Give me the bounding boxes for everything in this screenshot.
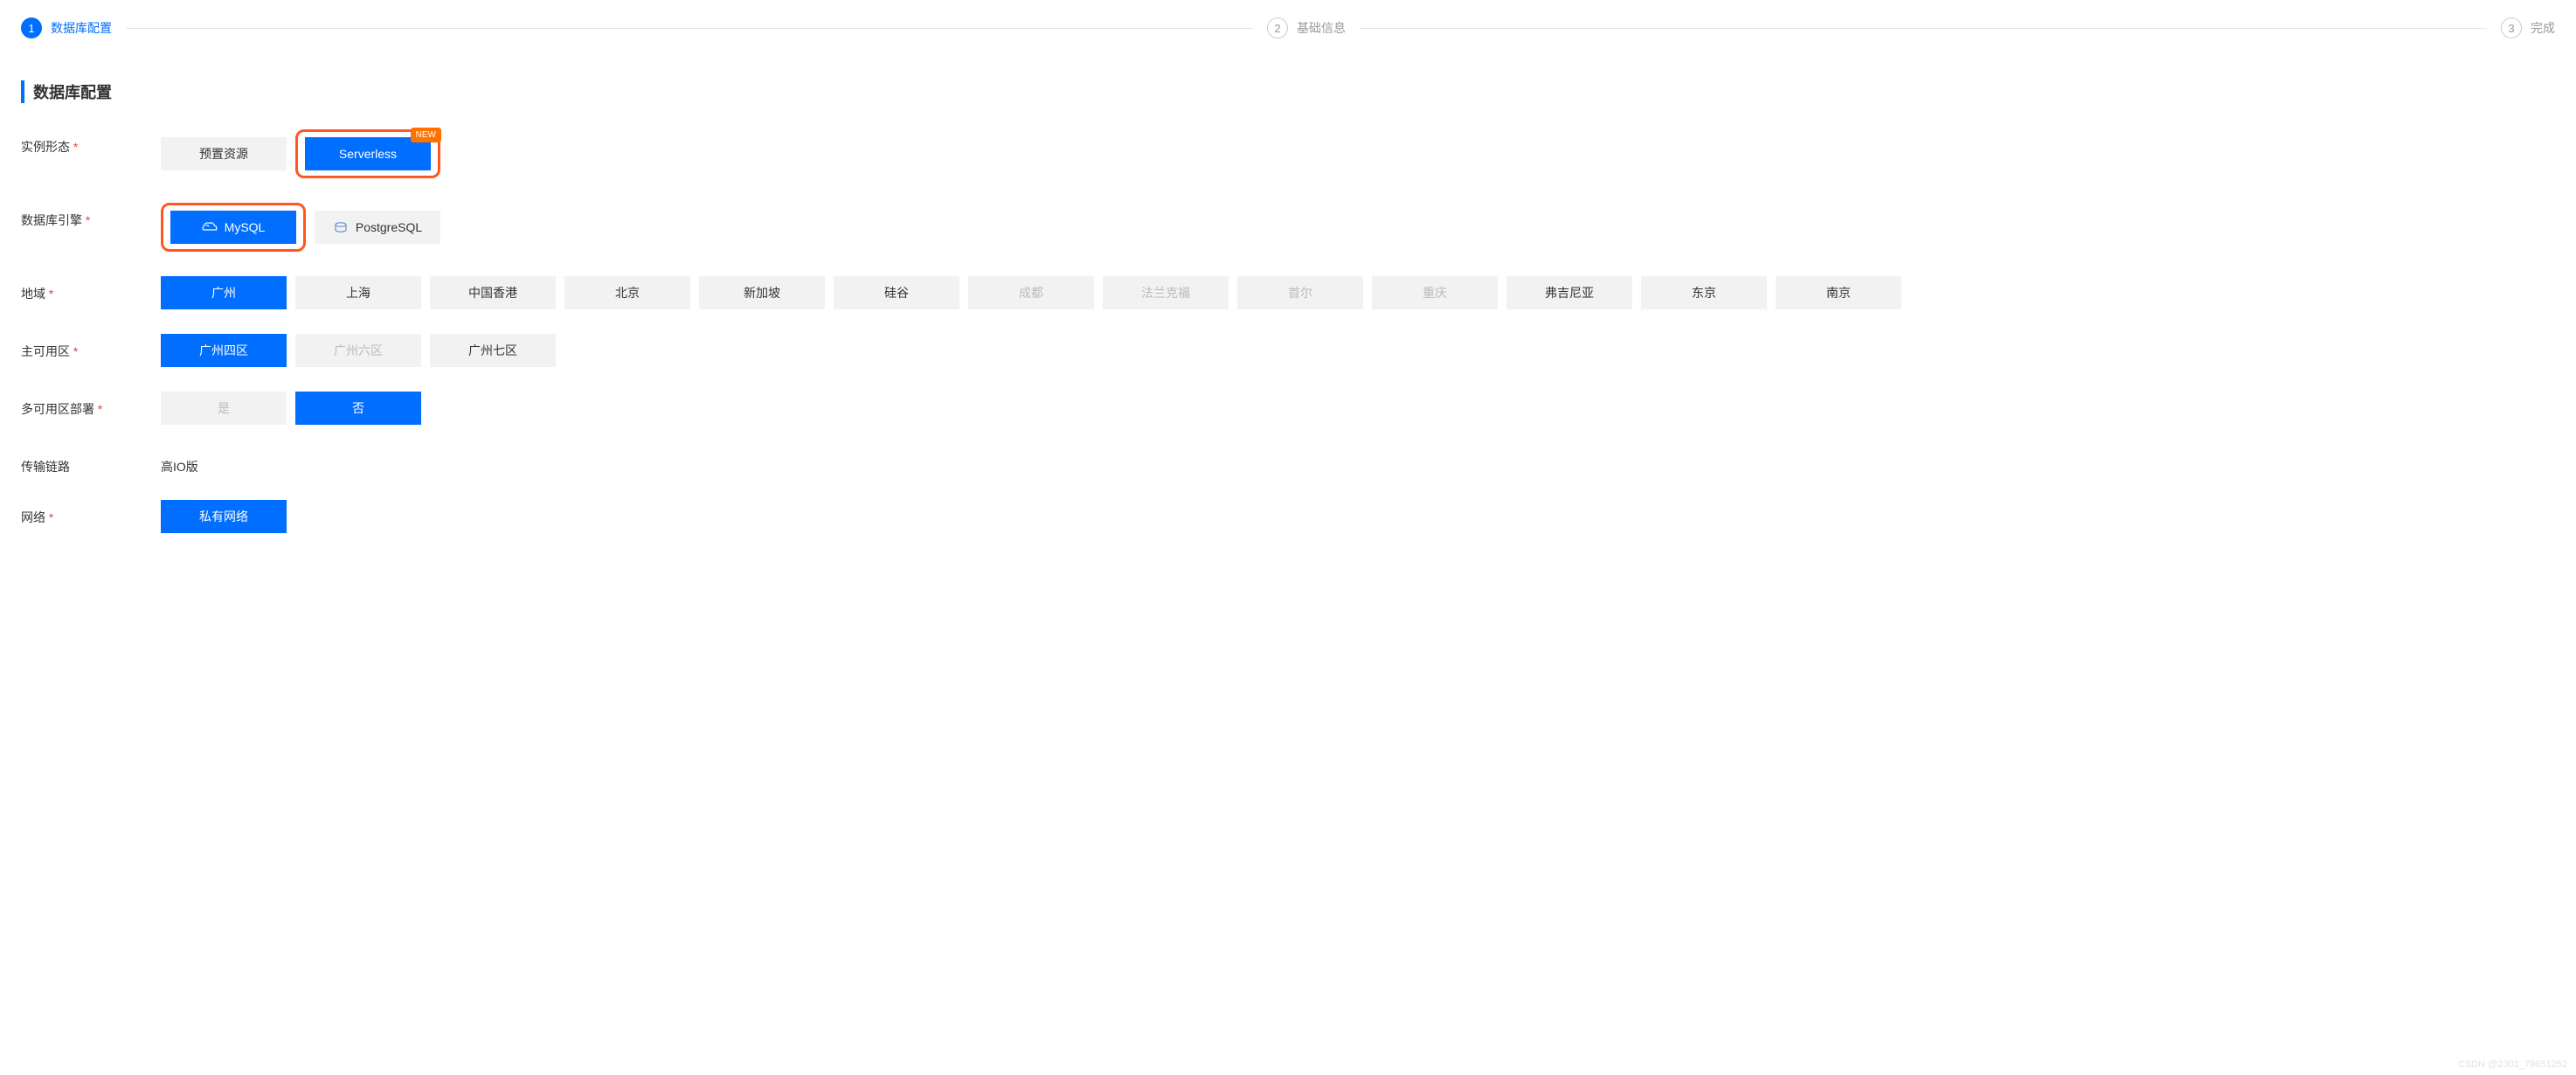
new-badge: NEW — [411, 128, 441, 142]
step-divider — [1360, 28, 2487, 29]
mysql-icon — [202, 220, 218, 234]
option-label: PostgreSQL — [356, 220, 422, 234]
label-network: 网络 — [21, 500, 161, 526]
option-az-gz7[interactable]: 广州七区 — [430, 334, 556, 367]
option-label: MySQL — [225, 220, 266, 234]
option-postgresql[interactable]: PostgreSQL — [315, 211, 440, 244]
step-1[interactable]: 1 数据库配置 — [21, 17, 112, 38]
option-region-nanjing[interactable]: 南京 — [1776, 276, 1901, 309]
step-2[interactable]: 2 基础信息 — [1267, 17, 1346, 38]
option-multiaz-yes: 是 — [161, 392, 287, 425]
label-db-engine: 数据库引擎 — [21, 203, 161, 229]
section-title: 数据库配置 — [21, 80, 2555, 103]
value-transport: 高IO版 — [161, 449, 2555, 475]
watermark: CSDN @2301_79651252 — [2458, 1059, 2567, 1070]
postgresql-icon — [333, 220, 349, 234]
option-region-beijing[interactable]: 北京 — [564, 276, 690, 309]
label-primary-az: 主可用区 — [21, 334, 161, 360]
label-region: 地域 — [21, 276, 161, 302]
step-number: 3 — [2501, 17, 2522, 38]
option-region-shanghai[interactable]: 上海 — [295, 276, 421, 309]
label-instance-form: 实例形态 — [21, 129, 161, 156]
label-multi-az: 多可用区部署 — [21, 392, 161, 418]
row-transport: 传输链路 高IO版 — [21, 449, 2555, 475]
option-serverless[interactable]: Serverless NEW — [305, 137, 431, 170]
option-region-tokyo[interactable]: 东京 — [1641, 276, 1767, 309]
option-region-chengdu: 成都 — [968, 276, 1094, 309]
row-multi-az: 多可用区部署 是 否 — [21, 392, 2555, 425]
option-region-virginia[interactable]: 弗吉尼亚 — [1506, 276, 1632, 309]
row-db-engine: 数据库引擎 MySQL — [21, 203, 2555, 252]
step-number: 2 — [1267, 17, 1288, 38]
step-3[interactable]: 3 完成 — [2501, 17, 2555, 38]
annotation-highlight-mysql: MySQL — [161, 203, 306, 252]
row-instance-form: 实例形态 预置资源 Serverless NEW — [21, 129, 2555, 178]
row-network: 网络 私有网络 — [21, 500, 2555, 533]
row-primary-az: 主可用区 广州四区 广州六区 广州七区 — [21, 334, 2555, 367]
option-region-frankfurt: 法兰克福 — [1103, 276, 1229, 309]
step-label: 完成 — [2531, 19, 2555, 37]
option-region-siliconvalley[interactable]: 硅谷 — [834, 276, 959, 309]
step-divider — [126, 28, 1253, 29]
option-region-seoul: 首尔 — [1237, 276, 1363, 309]
wizard-steps: 1 数据库配置 2 基础信息 3 完成 — [21, 17, 2555, 38]
row-region: 地域 广州 上海 中国香港 北京 新加坡 硅谷 成都 法兰克福 首尔 重庆 弗吉… — [21, 276, 2555, 309]
option-preset-resources[interactable]: 预置资源 — [161, 137, 287, 170]
option-label: Serverless — [339, 147, 397, 161]
option-mysql[interactable]: MySQL — [170, 211, 296, 244]
option-region-guangzhou[interactable]: 广州 — [161, 276, 287, 309]
step-label: 基础信息 — [1297, 19, 1346, 37]
annotation-highlight-serverless: Serverless NEW — [295, 129, 440, 178]
option-multiaz-no[interactable]: 否 — [295, 392, 421, 425]
step-number: 1 — [21, 17, 42, 38]
option-region-singapore[interactable]: 新加坡 — [699, 276, 825, 309]
step-label: 数据库配置 — [51, 19, 112, 37]
option-region-chongqing: 重庆 — [1372, 276, 1498, 309]
option-az-gz6: 广州六区 — [295, 334, 421, 367]
label-transport: 传输链路 — [21, 449, 161, 475]
option-region-hongkong[interactable]: 中国香港 — [430, 276, 556, 309]
option-network-vpc[interactable]: 私有网络 — [161, 500, 287, 533]
option-az-gz4[interactable]: 广州四区 — [161, 334, 287, 367]
